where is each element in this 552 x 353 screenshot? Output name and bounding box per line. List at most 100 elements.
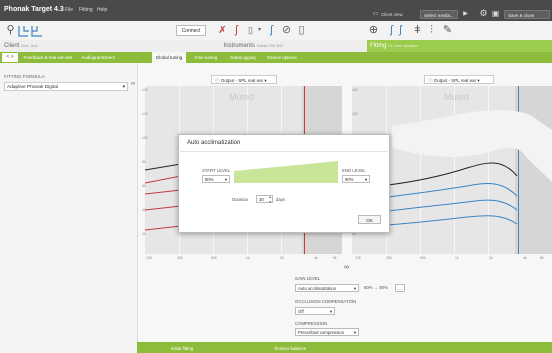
microphone-icon[interactable]: ǂ xyxy=(411,24,424,37)
right-curve xyxy=(145,175,181,184)
fitting-formula-select[interactable]: Adaptive Phonak Digital ▾ xyxy=(4,82,128,91)
link-charts-icon[interactable]: ∞ xyxy=(344,264,349,271)
chevron-down-icon: ▾ xyxy=(122,85,125,90)
right-xtick: 250 xyxy=(177,256,183,260)
right-curve xyxy=(145,205,181,211)
bottom-tabs: Initial fitting Tinnitus balance xyxy=(137,342,552,353)
tab-global-tuning[interactable]: Global tuning xyxy=(152,52,186,63)
left-xtick: 8k xyxy=(540,256,544,260)
occlusion-select[interactable]: Off ▾ xyxy=(295,307,335,315)
fitting-tabs: < > Feedback & real ear test AudiogramDi… xyxy=(0,52,552,63)
occlusion-value: Off xyxy=(298,309,304,314)
tab-nav-arrows[interactable]: < > xyxy=(2,53,18,62)
gain-range-text: 80% → 90% xyxy=(364,285,388,290)
stepper-arrows-icon[interactable]: ▴ ▾ xyxy=(269,195,271,204)
start-level-label: START LEVEL xyxy=(202,168,231,173)
end-level-label: END LEVEL xyxy=(342,168,366,173)
left-output-dropdown[interactable]: ⓛ Output - SPL real ear ▾ xyxy=(424,75,494,84)
end-level-value: 90% xyxy=(345,177,354,182)
right-xtick: 2k xyxy=(280,256,284,260)
connect-button[interactable]: Connect xyxy=(176,25,206,36)
instruments-detail: Naida V90-RIC xyxy=(256,43,284,48)
compression-label: COMPRESSION xyxy=(295,321,328,326)
end-level-select[interactable]: 90% ▾ xyxy=(342,175,370,183)
right-curve xyxy=(145,189,181,195)
ears-right-icon[interactable]: ʃ xyxy=(394,24,407,37)
save-close-button[interactable]: Save & close session xyxy=(504,10,550,27)
chevron-down-icon: ▾ xyxy=(353,330,356,335)
menu-fitting[interactable]: Fitting xyxy=(79,7,93,13)
tab-device-options[interactable]: Device options xyxy=(262,52,302,63)
gain-level-select[interactable]: Auto acclimatization ▾ xyxy=(295,284,359,292)
left-xtick: 4k xyxy=(523,256,527,260)
equalizer-icon[interactable]: ⫶ xyxy=(425,24,438,37)
mute-icon[interactable]: ⊘ xyxy=(280,24,293,37)
start-level-select[interactable]: 80% ▾ xyxy=(202,175,230,183)
compression-select[interactable]: Prescribed compression ▾ xyxy=(295,328,359,336)
settings-icon[interactable]: ⚙ xyxy=(478,8,489,19)
feedback-test-icon[interactable]: ✗ xyxy=(216,24,229,37)
menu-help[interactable]: Help xyxy=(97,7,107,13)
right-curve xyxy=(145,225,181,231)
tab-tinnitus-balance[interactable]: Tinnitus balance xyxy=(265,344,315,353)
client-view-label[interactable]: Client view xyxy=(381,12,403,17)
right-output-label: Output - SPL real ear xyxy=(220,78,264,83)
tab-datalogging[interactable]: DataLogging xyxy=(226,52,260,63)
right-xtick: 1k xyxy=(246,256,250,260)
tab-initial-fitting[interactable]: Initial fitting xyxy=(157,344,207,353)
right-curves xyxy=(145,163,181,231)
acclimatization-ramp xyxy=(234,161,338,183)
left-panel xyxy=(0,63,138,353)
tab-fine-tuning[interactable]: Fine tuning xyxy=(190,52,222,63)
tab-audiogramdirect[interactable]: AudiogramDirect xyxy=(76,52,120,63)
play-icon[interactable]: ▶ xyxy=(460,9,471,20)
client-icon[interactable]: ⚲ xyxy=(4,24,17,37)
ok-button[interactable]: OK xyxy=(358,215,381,224)
wrench-icon[interactable]: ✎ xyxy=(441,24,454,37)
globe-icon[interactable]: ⊕ xyxy=(367,24,380,37)
save-icon[interactable]: ▣ xyxy=(490,8,501,19)
gain-more-button[interactable]: ... xyxy=(395,284,405,292)
left-ear-icon: ⓛ xyxy=(428,78,433,83)
duration-value: 30 xyxy=(259,197,264,202)
menu-file[interactable]: File xyxy=(65,7,73,13)
client-name: Doe, Sue xyxy=(21,43,38,48)
toolbar: ⚲ Connect ✗ ʃ ▯ ▾ ʃ ⊘ ▯ ⊕ ʃ ʃ ǂ ⫶ ✎ xyxy=(0,21,552,41)
client-label: Client xyxy=(4,43,20,49)
app-title: Phonak Target 4.3 xyxy=(4,6,64,13)
tab-feedback[interactable]: Feedback & real ear test xyxy=(22,52,74,63)
left-xtick: 500 xyxy=(420,256,426,260)
duration-label: Duration xyxy=(232,197,249,202)
start-level-value: 80% xyxy=(205,177,214,182)
ear-left-icon[interactable]: ʃ xyxy=(265,24,278,37)
client-view-icon: ▭ xyxy=(372,11,379,17)
right-output-dropdown[interactable]: ⓡ Output - SPL real ear ▾ xyxy=(211,75,277,84)
fitting-formula-label: FITTING FORMULA xyxy=(4,74,45,79)
instruments-header[interactable]: Instruments Naida V90-RIC xyxy=(140,40,367,52)
right-ear-icon: ⓡ xyxy=(215,78,220,83)
client-header[interactable]: Client Doe, Sue xyxy=(0,40,140,52)
battery-icon[interactable]: ▯ xyxy=(295,24,308,37)
compression-value: Prescribed compression xyxy=(298,330,345,335)
gain-level-label: GAIN LEVEL xyxy=(295,276,321,281)
duration-stepper[interactable]: 30 ▴ ▾ xyxy=(256,195,273,204)
link-icon[interactable]: ∞ xyxy=(131,81,135,87)
right-xtick: 8k xyxy=(333,256,337,260)
left-xtick: 250 xyxy=(386,256,392,260)
right-xtick: 4k xyxy=(314,256,318,260)
duration-unit: days xyxy=(276,197,286,202)
fitting-label: Fitting xyxy=(370,43,387,49)
audiogram-icon[interactable] xyxy=(18,24,44,37)
occlusion-label: OCCLUSION COMPENSATION xyxy=(295,299,357,304)
ramp-shape xyxy=(234,161,338,183)
chevron-down-icon: ▾ xyxy=(224,177,227,182)
ear-icon[interactable]: ʃ xyxy=(230,24,243,37)
fitting-header[interactable]: Fitting CI Calm situation xyxy=(367,40,552,52)
right-xtick: 500 xyxy=(211,256,217,260)
chevron-down-icon: ▾ xyxy=(353,286,356,291)
instruments-label: Instruments xyxy=(223,43,255,49)
fitting-formula-value: Adaptive Phonak Digital xyxy=(7,85,58,90)
select-media-dropdown[interactable]: Select media... ▾ xyxy=(420,10,458,27)
chevron-down-icon: ▾ xyxy=(364,177,367,182)
dialog-divider xyxy=(178,151,388,152)
